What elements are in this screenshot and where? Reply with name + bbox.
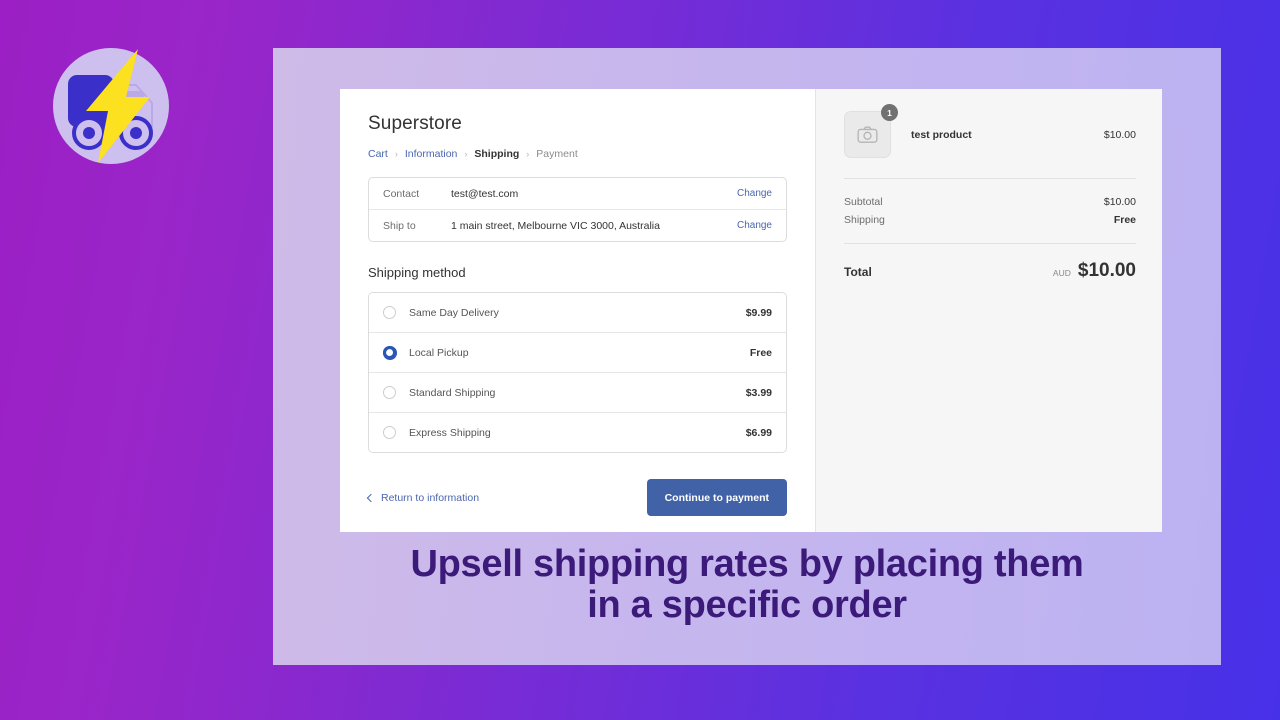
shipping-option-label: Same Day Delivery <box>409 306 499 319</box>
checkout-actions: Return to information Continue to paymen… <box>366 479 787 516</box>
shipping-option-price: $3.99 <box>745 386 772 399</box>
chevron-left-icon <box>366 493 376 502</box>
summary-totals: Subtotal $10.00 Shipping Free <box>844 179 1136 243</box>
app-logo <box>50 45 172 167</box>
return-to-information-link[interactable]: Return to information <box>366 491 480 504</box>
shipping-value: Free <box>1113 214 1136 226</box>
shop-title: Superstore <box>368 113 462 134</box>
order-info-box: Contact test@test.com Change Ship to 1 m… <box>368 177 787 242</box>
product-price: $10.00 <box>1103 128 1136 141</box>
order-summary-column: 1 test product $10.00 Subtotal $10.00 Sh… <box>815 89 1162 532</box>
promo-caption: Upsell shipping rates by placing them in… <box>273 543 1221 627</box>
checkout-main-column: Superstore Cart › Information › Shipping… <box>340 89 815 532</box>
radio-icon[interactable] <box>383 306 396 319</box>
radio-icon[interactable] <box>383 426 396 439</box>
breadcrumb-separator-icon: › <box>394 149 398 159</box>
quantity-badge: 1 <box>881 104 898 121</box>
shipping-label: Shipping <box>844 214 885 226</box>
subtotal-label: Subtotal <box>844 196 883 208</box>
ship-to-value: 1 main street, Melbourne VIC 3000, Austr… <box>451 219 660 232</box>
order-line-item: 1 test product $10.00 <box>844 104 1136 178</box>
total-row: Total AUD $10.00 <box>844 244 1136 282</box>
total-label: Total <box>844 265 872 279</box>
breadcrumb: Cart › Information › Shipping › Payment <box>368 148 787 160</box>
radio-icon[interactable] <box>383 386 396 399</box>
subtotal-row: Subtotal $10.00 <box>844 193 1136 211</box>
shipping-option-express-shipping[interactable]: Express Shipping $6.99 <box>369 412 786 452</box>
shipping-option-same-day-delivery[interactable]: Same Day Delivery $9.99 <box>369 293 786 332</box>
shipping-option-label: Express Shipping <box>409 426 491 439</box>
total-value: $10.00 <box>1077 260 1136 281</box>
total-currency: AUD <box>1052 268 1071 278</box>
checkout-screenshot-card: Superstore Cart › Information › Shipping… <box>340 89 1162 532</box>
shipping-option-local-pickup[interactable]: Local Pickup Free <box>369 332 786 372</box>
change-address-link[interactable]: Change <box>737 220 772 231</box>
camera-placeholder-icon <box>857 126 878 143</box>
shipping-option-standard-shipping[interactable]: Standard Shipping $3.99 <box>369 372 786 412</box>
promo-caption-line-2: in a specific order <box>587 584 907 627</box>
continue-to-payment-button[interactable]: Continue to payment <box>646 479 787 516</box>
breadcrumb-separator-icon: › <box>464 149 468 159</box>
shipping-row: Shipping Free <box>844 211 1136 229</box>
ship-to-label: Ship to <box>383 219 416 232</box>
promo-panel: Superstore Cart › Information › Shipping… <box>273 48 1221 665</box>
radio-icon-selected[interactable] <box>382 345 397 360</box>
product-name: test product <box>911 128 972 141</box>
product-thumbnail-wrapper: 1 <box>844 104 898 158</box>
shipping-method-title: Shipping method <box>368 265 466 280</box>
total-amount-group: AUD $10.00 <box>1053 260 1136 282</box>
breadcrumb-separator-icon: › <box>526 149 530 159</box>
contact-value: test@test.com <box>451 187 519 200</box>
return-link-label: Return to information <box>381 491 480 504</box>
shipping-option-label: Standard Shipping <box>409 386 496 399</box>
shipping-method-list: Same Day Delivery $9.99 Local Pickup Fre… <box>368 292 787 453</box>
promo-caption-line-1: Upsell shipping rates by placing them <box>410 543 1084 585</box>
subtotal-value: $10.00 <box>1103 196 1136 208</box>
contact-row: Contact test@test.com Change <box>369 178 786 209</box>
contact-label: Contact <box>383 187 420 200</box>
change-contact-link[interactable]: Change <box>737 188 772 199</box>
breadcrumb-item-information[interactable]: Information <box>405 148 458 160</box>
ship-to-row: Ship to 1 main street, Melbourne VIC 300… <box>369 209 786 241</box>
breadcrumb-item-payment: Payment <box>536 148 578 160</box>
shipping-option-price: $9.99 <box>745 306 772 319</box>
delivery-truck-lightning-logo <box>53 48 169 164</box>
breadcrumb-item-cart[interactable]: Cart <box>368 148 388 160</box>
shipping-option-price: $6.99 <box>745 426 772 439</box>
breadcrumb-item-shipping: Shipping <box>474 148 520 160</box>
shipping-option-label: Local Pickup <box>409 346 469 359</box>
shipping-option-price: Free <box>749 346 772 359</box>
